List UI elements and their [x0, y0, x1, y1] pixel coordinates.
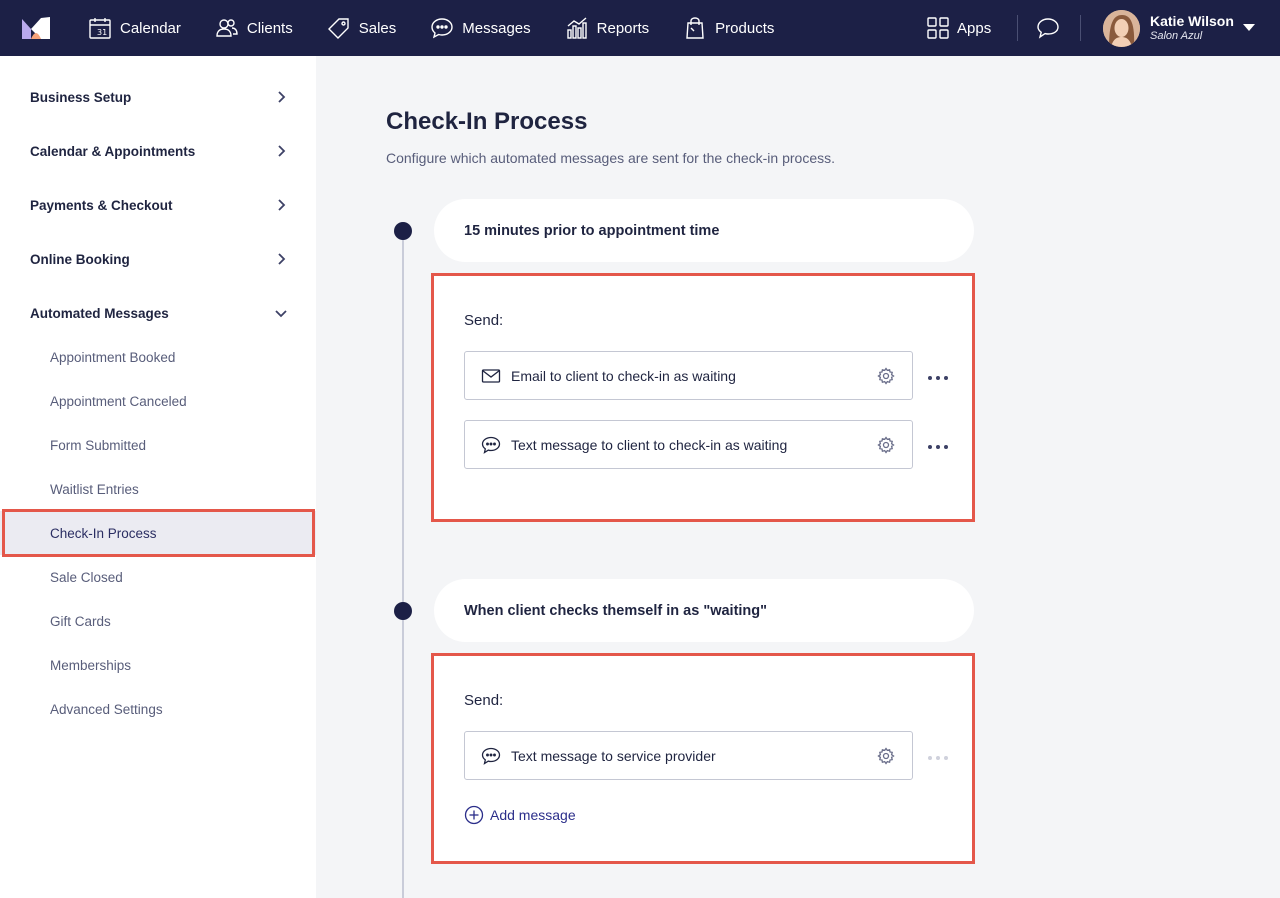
timeline-dot	[394, 602, 412, 620]
sidebar-item-appointment-booked[interactable]: Appointment Booked	[0, 335, 316, 379]
more-options-icon[interactable]	[928, 748, 948, 768]
message-row[interactable]: Text message to client to check-in as wa…	[464, 420, 913, 469]
logo-icon[interactable]	[22, 17, 50, 39]
sidebar-item-label: Gift Cards	[50, 613, 111, 629]
chevron-right-icon	[278, 145, 286, 157]
svg-text:31: 31	[97, 28, 107, 37]
sidebar-section-calendar-appointments[interactable]: Calendar & Appointments	[0, 124, 316, 178]
sidebar-item-waitlist-entries[interactable]: Waitlist Entries	[0, 467, 316, 511]
settings-sidebar: Business Setup Calendar & Appointments P…	[0, 56, 316, 898]
nav-calendar-label: Calendar	[120, 19, 181, 37]
sidebar-section-automated-messages[interactable]: Automated Messages	[0, 286, 316, 340]
chat-icon[interactable]	[1036, 16, 1060, 40]
user-dropdown-icon[interactable]	[1243, 24, 1255, 31]
sidebar-item-form-submitted[interactable]: Form Submitted	[0, 423, 316, 467]
sidebar-item-label: Memberships	[50, 657, 132, 673]
sidebar-section-label: Business Setup	[30, 89, 132, 105]
sidebar-item-label: Appointment Canceled	[50, 393, 187, 409]
nav-sales[interactable]: Sales	[327, 0, 397, 56]
gear-icon[interactable]	[877, 747, 895, 765]
envelope-icon	[481, 368, 501, 383]
sidebar-item-memberships[interactable]: Memberships	[0, 643, 316, 687]
timeline-dot	[394, 222, 412, 240]
sidebar-item-label: Advanced Settings	[50, 701, 163, 717]
plus-circle-icon	[464, 805, 484, 825]
nav-messages-label: Messages	[462, 19, 531, 37]
tag-icon	[327, 18, 349, 39]
divider	[1080, 15, 1081, 41]
more-options-icon[interactable]	[928, 437, 948, 457]
nav-calendar[interactable]: 31 Calendar	[88, 0, 181, 56]
grid-icon	[927, 17, 949, 39]
send-label: Send:	[464, 692, 504, 709]
sidebar-item-label: Form Submitted	[50, 437, 147, 453]
nav-clients[interactable]: Clients	[215, 0, 293, 56]
sidebar-section-business-setup[interactable]: Business Setup	[0, 70, 316, 124]
user-menu[interactable]: Katie Wilson Salon Azul	[1150, 12, 1234, 43]
sidebar-section-online-booking[interactable]: Online Booking	[0, 232, 316, 286]
nav-reports[interactable]: Reports	[565, 0, 650, 56]
user-photo-icon	[1103, 10, 1140, 47]
user-salon: Salon Azul	[1150, 30, 1203, 42]
send-label: Send:	[464, 312, 504, 329]
nav-products-label: Products	[715, 19, 775, 37]
sidebar-section-label: Online Booking	[30, 251, 130, 267]
avatar[interactable]	[1103, 10, 1140, 47]
trigger-label: When client checks themself in as "waiti…	[464, 602, 768, 619]
sidebar-item-label: Sale Closed	[50, 569, 123, 585]
trigger-card: 15 minutes prior to appointment time	[434, 199, 974, 262]
page-title: Check-In Process	[386, 108, 588, 135]
chevron-down-icon	[275, 310, 287, 318]
chevron-right-icon	[278, 253, 286, 265]
sidebar-item-label: Check-In Process	[50, 525, 157, 541]
sidebar-item-label: Waitlist Entries	[50, 481, 139, 497]
gear-icon[interactable]	[877, 367, 895, 385]
message-label: Email to client to check-in as waiting	[511, 367, 736, 384]
add-message-button[interactable]: Add message	[464, 805, 576, 825]
nav-reports-label: Reports	[596, 19, 650, 37]
bag-icon	[686, 17, 704, 39]
message-row[interactable]: Email to client to check-in as waiting	[464, 351, 913, 400]
gear-icon[interactable]	[877, 436, 895, 454]
nav-clients-label: Clients	[246, 19, 293, 37]
sidebar-item-advanced-settings[interactable]: Advanced Settings	[0, 687, 316, 731]
sidebar-item-appointment-canceled[interactable]: Appointment Canceled	[0, 379, 316, 423]
sidebar-item-check-in-process[interactable]: Check-In Process	[0, 511, 316, 555]
chevron-right-icon	[278, 91, 286, 103]
apps-button[interactable]: Apps	[927, 0, 991, 56]
page-subtitle: Configure which automated messages are s…	[386, 150, 836, 166]
sidebar-item-label: Appointment Booked	[50, 349, 176, 365]
trigger-card: When client checks themself in as "waiti…	[434, 579, 974, 642]
user-name: Katie Wilson	[1150, 13, 1234, 29]
main-nav: 31 Calendar Clients Sales Messages Repor…	[88, 0, 808, 56]
sidebar-section-label: Calendar & Appointments	[30, 143, 196, 159]
chevron-right-icon	[278, 199, 286, 211]
timeline-line	[402, 231, 404, 898]
nav-products[interactable]: Products	[683, 0, 774, 56]
chat-bubble-icon	[481, 747, 501, 765]
sidebar-section-label: Automated Messages	[30, 305, 169, 321]
sidebar-section-payments-checkout[interactable]: Payments & Checkout	[0, 178, 316, 232]
message-label: Text message to client to check-in as wa…	[511, 436, 788, 453]
nav-sales-label: Sales	[358, 19, 397, 37]
chat-bubble-icon	[481, 436, 501, 454]
nav-messages[interactable]: Messages	[430, 0, 531, 56]
bar-chart-icon	[566, 17, 587, 39]
add-message-label: Add message	[490, 807, 576, 823]
divider	[1017, 15, 1018, 41]
apps-label: Apps	[957, 19, 992, 37]
send-panel: Send: Email to client to check-in as wai…	[431, 273, 975, 522]
send-panel: Send: Text message to service provider A…	[431, 653, 975, 864]
sidebar-item-gift-cards[interactable]: Gift Cards	[0, 599, 316, 643]
message-row[interactable]: Text message to service provider	[464, 731, 913, 780]
clients-icon	[216, 19, 238, 37]
top-navbar: 31 Calendar Clients Sales Messages Repor…	[0, 0, 1280, 56]
message-label: Text message to service provider	[511, 747, 716, 764]
sidebar-section-label: Payments & Checkout	[30, 197, 173, 213]
trigger-label: 15 minutes prior to appointment time	[464, 222, 720, 239]
message-bubble-icon	[431, 18, 453, 39]
calendar-icon: 31	[89, 18, 111, 39]
sidebar-item-sale-closed[interactable]: Sale Closed	[0, 555, 316, 599]
more-options-icon[interactable]	[928, 368, 948, 388]
